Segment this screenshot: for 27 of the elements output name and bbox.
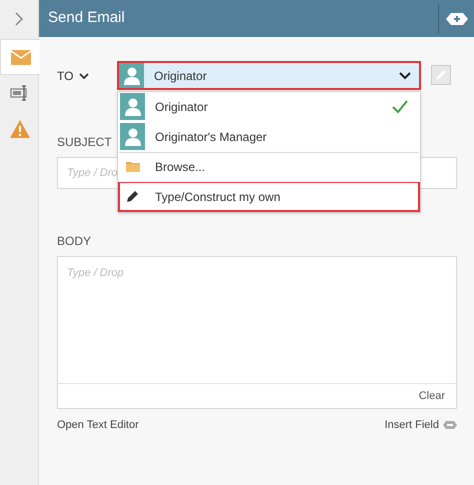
folder-icon xyxy=(126,161,140,172)
chevron-down-icon xyxy=(399,72,411,80)
panel-title: Send Email xyxy=(48,8,126,28)
menu-item[interactable]: Type/Construct my own xyxy=(118,182,420,212)
to-toggle[interactable]: TO xyxy=(57,67,117,85)
body-field[interactable]: Type / Drop xyxy=(57,256,457,383)
tag-icon xyxy=(443,421,457,430)
insert-field-button[interactable]: Insert Field xyxy=(384,417,457,434)
menu-item[interactable]: Originator's Manager xyxy=(118,122,420,152)
open-text-editor-link[interactable]: Open Text Editor xyxy=(57,417,139,434)
text-field-icon xyxy=(10,85,30,101)
menu-item[interactable]: Browse... xyxy=(118,152,420,182)
subject-label: SUBJECT xyxy=(57,134,112,151)
person-icon xyxy=(124,128,140,146)
to-select[interactable]: Originator xyxy=(117,61,421,90)
menu-item[interactable]: Originator xyxy=(118,92,420,122)
clear-button[interactable]: Clear xyxy=(418,388,445,404)
person-icon xyxy=(124,98,140,116)
body-label: BODY xyxy=(57,233,92,250)
chevron-right-icon xyxy=(15,12,23,26)
warning-icon xyxy=(10,120,30,138)
person-icon xyxy=(124,66,140,84)
edit-button[interactable] xyxy=(431,65,451,85)
chevron-down-icon xyxy=(79,72,90,80)
side-tab[interactable] xyxy=(0,39,40,75)
envelope-icon xyxy=(10,50,30,64)
add-icon xyxy=(446,12,468,24)
